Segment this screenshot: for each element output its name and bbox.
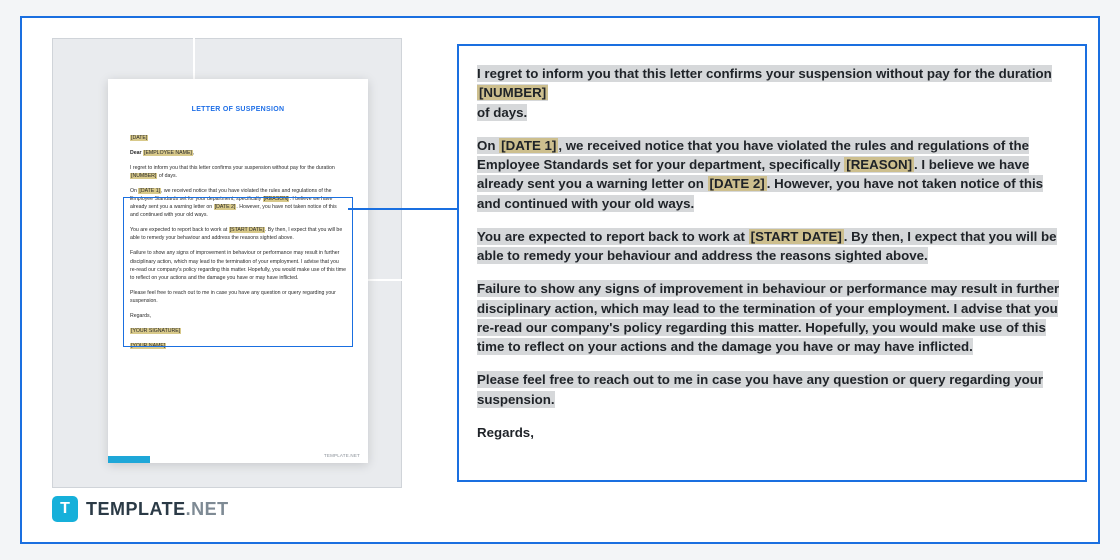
canvas: LETTER OF SUSPENSION [DATE] Dear [EMPLOY… bbox=[20, 16, 1100, 544]
thumbnail-area: LETTER OF SUSPENSION [DATE] Dear [EMPLOY… bbox=[52, 38, 402, 488]
brand-text: TEMPLATE.NET bbox=[86, 499, 229, 520]
number-placeholder: [NUMBER] bbox=[477, 85, 548, 100]
reason-placeholder: [REASON] bbox=[844, 157, 914, 172]
document-thumbnail: LETTER OF SUSPENSION [DATE] Dear [EMPLOY… bbox=[108, 79, 368, 463]
greeting-prefix: Dear bbox=[130, 150, 142, 156]
date2-placeholder: [DATE 2] bbox=[708, 176, 767, 191]
brand: T TEMPLATE.NET bbox=[52, 496, 229, 522]
signature-placeholder: [YOUR SIGNATURE] bbox=[130, 328, 181, 334]
doc-title: LETTER OF SUSPENSION bbox=[130, 105, 346, 116]
name-placeholder: [YOUR NAME] bbox=[130, 343, 166, 349]
thumb-para-2: On [DATE 1], we received notice that you… bbox=[130, 187, 346, 219]
detail-regards: Regards, bbox=[477, 423, 1067, 442]
detail-para-1: I regret to inform you that this letter … bbox=[477, 64, 1067, 122]
date1-placeholder: [DATE 1] bbox=[499, 138, 558, 153]
detail-para-3: You are expected to report back to work … bbox=[477, 227, 1067, 266]
detail-para-2: On [DATE 1], we received notice that you… bbox=[477, 136, 1067, 213]
thumb-regards: Regards, bbox=[130, 312, 346, 320]
brand-badge-icon: T bbox=[52, 496, 78, 522]
callout-connector bbox=[348, 208, 458, 210]
page-accent bbox=[108, 456, 150, 463]
detail-para-4: Failure to show any signs of improvement… bbox=[477, 279, 1067, 356]
callout-panel: I regret to inform you that this letter … bbox=[457, 44, 1087, 482]
page-brand: TEMPLATE.NET bbox=[324, 453, 360, 460]
thumb-para-5: Please feel free to reach out to me in c… bbox=[130, 289, 346, 305]
startdate-placeholder: [START DATE] bbox=[749, 229, 844, 244]
employee-name-placeholder: [EMPLOYEE NAME] bbox=[143, 150, 193, 156]
date-placeholder: [DATE] bbox=[130, 135, 148, 141]
thumb-para-1: I regret to inform you that this letter … bbox=[130, 164, 346, 180]
thumb-para-4: Failure to show any signs of improvement… bbox=[130, 249, 346, 281]
detail-para-5: Please feel free to reach out to me in c… bbox=[477, 370, 1067, 409]
thumb-para-3: You are expected to report back to work … bbox=[130, 226, 346, 242]
